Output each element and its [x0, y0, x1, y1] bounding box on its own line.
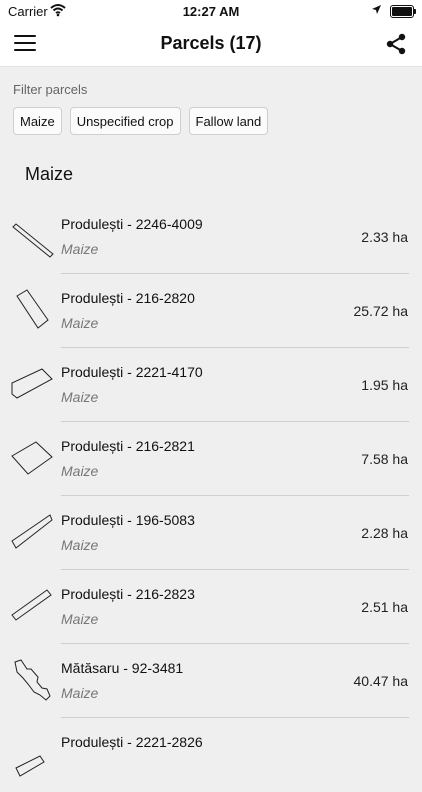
filter-chip-fallow-land[interactable]: Fallow land [188, 107, 269, 135]
parcel-crop: Maize [61, 463, 99, 479]
parcel-crop: Maize [61, 685, 99, 701]
list-item[interactable]: Produlești - 216-2821 Maize 7.58 ha [0, 422, 422, 496]
filter-chips: Maize Unspecified crop Fallow land [13, 107, 269, 135]
parcel-shape-icon [12, 223, 54, 258]
filter-chip-unspecified-crop[interactable]: Unspecified crop [69, 107, 181, 135]
battery-icon [390, 5, 416, 18]
parcel-shape-icon [14, 659, 51, 701]
status-time: 12:27 AM [182, 4, 240, 19]
list-item[interactable]: Mătăsaru - 92-3481 Maize 40.47 ha [0, 644, 422, 718]
parcel-name: Produlești - 2246-4009 [61, 216, 203, 232]
parcel-shape-icon [16, 289, 49, 329]
parcel-shape-icon [11, 514, 53, 549]
parcel-name: Produlești - 196-5083 [61, 512, 195, 528]
parcel-area: 25.72 ha [353, 303, 409, 319]
list-item[interactable]: Produlești - 2221-2826 [0, 718, 422, 792]
parcel-crop: Maize [61, 389, 99, 405]
parcel-crop: Maize [61, 315, 99, 331]
parcel-shape-icon [11, 589, 52, 621]
parcel-name: Mătăsaru - 92-3481 [61, 660, 184, 676]
parcel-area: 2.33 ha [361, 229, 408, 245]
parcel-name: Produlești - 216-2821 [61, 438, 195, 454]
parcel-area: 7.58 ha [361, 451, 408, 467]
list-item[interactable]: Produlești - 2221-4170 Maize 1.95 ha [0, 348, 422, 422]
list-item[interactable]: Produlești - 216-2820 Maize 25.72 ha [0, 274, 422, 348]
filter-chip-maize[interactable]: Maize [13, 107, 62, 135]
parcel-shape-icon [11, 368, 53, 399]
parcel-area: 1.95 ha [361, 377, 408, 393]
parcel-name: Produlești - 216-2820 [61, 290, 195, 306]
parcel-crop: Maize [61, 241, 99, 257]
location-arrow-icon [372, 5, 381, 14]
parcel-name: Produlești - 2221-2826 [61, 734, 203, 750]
parcel-crop: Maize [61, 611, 99, 627]
parcel-area: 2.28 ha [361, 525, 408, 541]
parcel-name: Produlești - 216-2823 [61, 586, 195, 602]
share-icon[interactable] [384, 32, 408, 56]
list-item[interactable]: Produlești - 2246-4009 Maize 2.33 ha [0, 200, 422, 274]
page-title: Parcels (17) [160, 33, 262, 53]
parcel-area: 2.51 ha [361, 599, 408, 615]
list-item[interactable]: Produlești - 196-5083 Maize 2.28 ha [0, 496, 422, 570]
parcel-shape-icon [15, 755, 45, 777]
section-title: Maize [25, 164, 74, 184]
status-bar: Carrier 12:27 AM [0, 0, 422, 22]
parcel-crop: Maize [61, 537, 99, 553]
list-item[interactable]: Produlești - 216-2823 Maize 2.51 ha [0, 570, 422, 644]
nav-bar: Parcels (17) [0, 22, 422, 67]
parcel-area: 40.47 ha [353, 673, 409, 689]
parcel-name: Produlești - 2221-4170 [61, 364, 203, 380]
parcel-shape-icon [11, 441, 53, 475]
filter-label: Filter parcels [13, 82, 88, 97]
parcel-list: Produlești - 2246-4009 Maize 2.33 ha Pro… [0, 200, 422, 792]
